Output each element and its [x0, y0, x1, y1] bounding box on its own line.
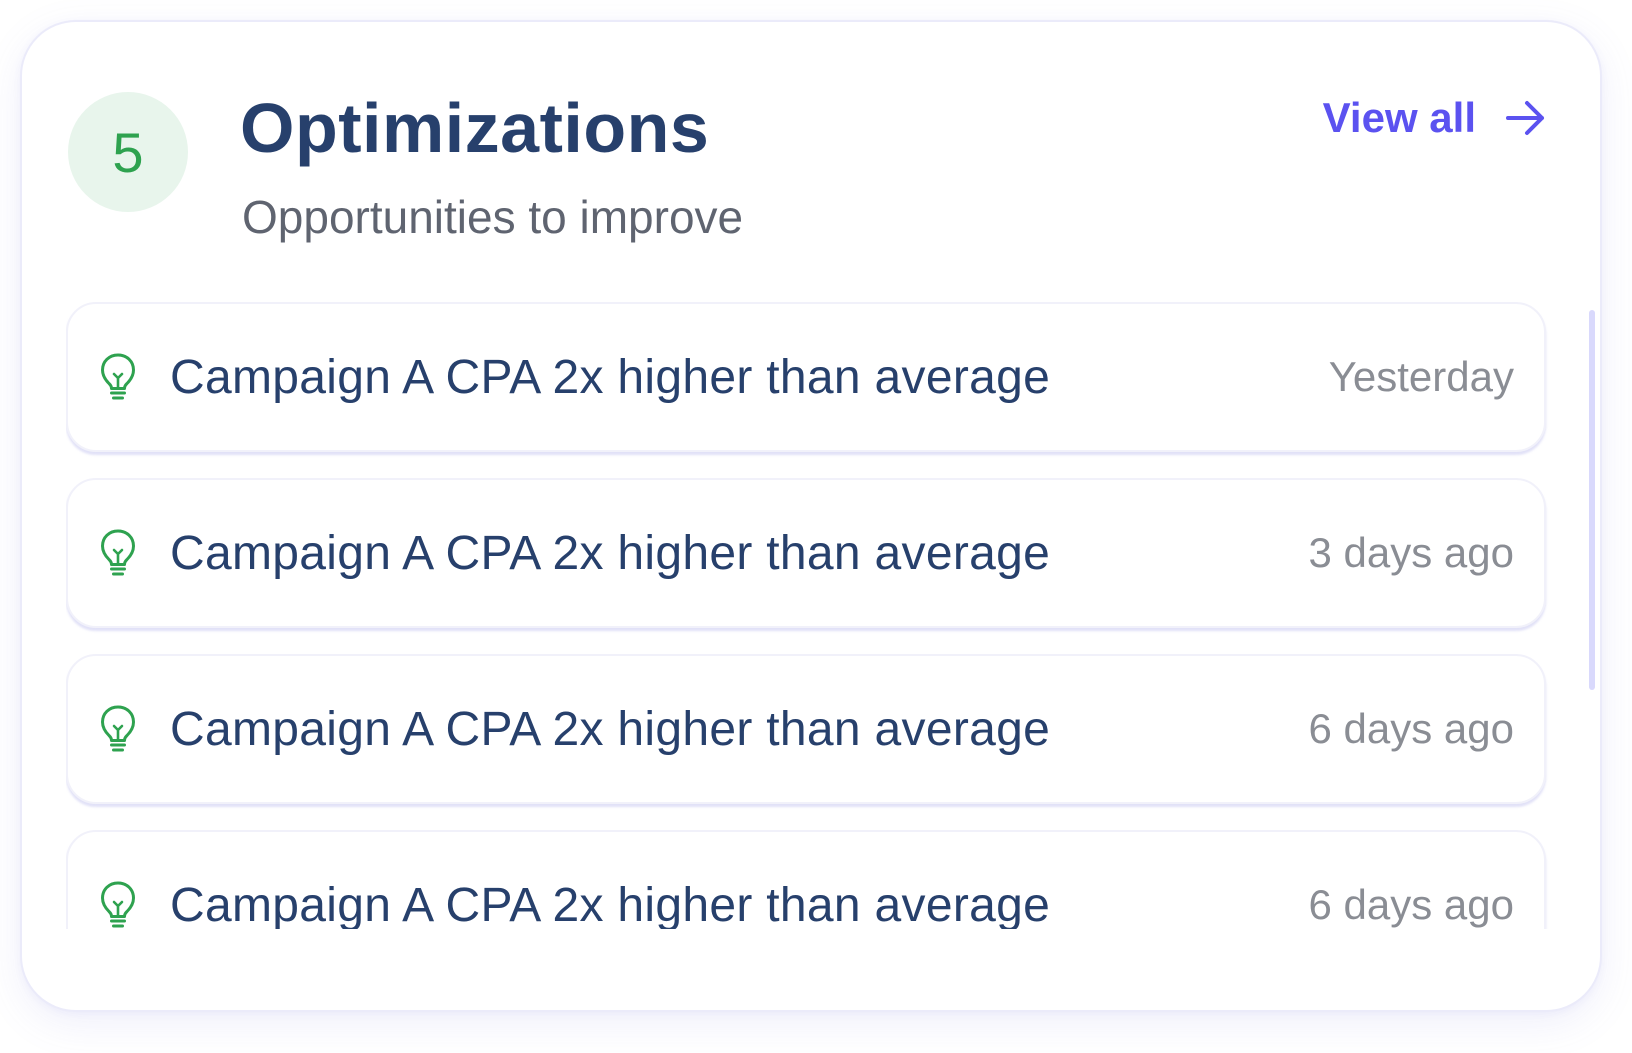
item-time: 3 days ago [1308, 529, 1515, 576]
lightbulb-icon [101, 705, 135, 752]
list-content: Campaign A CPA 2x higher than average Ye… [66, 302, 1546, 929]
item-time: 6 days ago [1308, 881, 1515, 928]
optimization-item[interactable]: Campaign A CPA 2x higher than average 6 … [66, 654, 1546, 804]
count-badge: 5 [68, 92, 188, 212]
list-scrollbar[interactable] [1589, 310, 1595, 690]
optimization-item[interactable]: Campaign A CPA 2x higher than average Ye… [66, 302, 1546, 452]
item-time: Yesterday [1328, 353, 1514, 400]
item-time: 6 days ago [1308, 705, 1515, 752]
view-all-label: View all [1322, 94, 1476, 141]
optimizations-card: 5 Optimizations Opportunities to improve… [20, 20, 1602, 1012]
lightbulb-icon [101, 529, 135, 576]
item-text: Campaign A CPA 2x higher than average [170, 350, 1051, 404]
item-text: Campaign A CPA 2x higher than average [170, 526, 1051, 580]
card-title: Optimizations [240, 89, 710, 167]
lightbulb-icon [101, 353, 135, 400]
view-all-link[interactable]: View all [1323, 94, 1550, 142]
item-text: Campaign A CPA 2x higher than average [170, 878, 1051, 930]
optimization-item[interactable]: Campaign A CPA 2x higher than average 6 … [66, 830, 1546, 929]
optimizations-list[interactable]: Campaign A CPA 2x higher than average Ye… [66, 302, 1566, 929]
card-subtitle: Opportunities to improve [242, 191, 744, 243]
item-text: Campaign A CPA 2x higher than average [170, 702, 1051, 756]
arrow-right-icon [1506, 101, 1544, 135]
lightbulb-icon [101, 881, 135, 928]
optimization-item[interactable]: Campaign A CPA 2x higher than average 3 … [66, 478, 1546, 628]
